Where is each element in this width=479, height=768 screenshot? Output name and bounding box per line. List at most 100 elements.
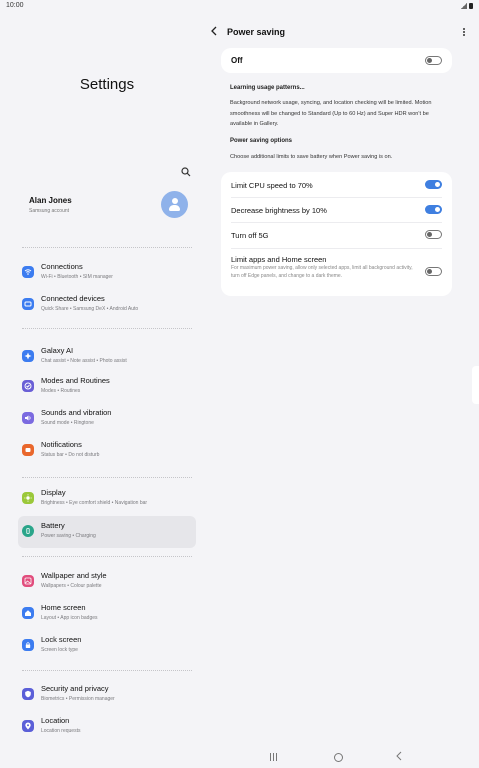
search-icon[interactable] (181, 164, 191, 177)
navigation-bar (0, 748, 479, 768)
master-toggle[interactable] (425, 56, 442, 65)
menu-item-sub: Location requests (41, 728, 81, 734)
option-label: Turn off 5G (231, 231, 269, 240)
menu-item-sub: Power saving • Charging (41, 533, 96, 539)
menu-item-lock-screen[interactable]: Lock screen Screen lock type (18, 630, 196, 662)
menu-item-label: Connections (41, 262, 83, 271)
menu-item-label: Home screen (41, 603, 86, 612)
menu-item-wallpaper[interactable]: Wallpaper and style Wallpapers • Colour … (18, 566, 196, 598)
menu-item-notifications[interactable]: Notifications Status bar • Do not distur… (18, 435, 196, 467)
menu-item-location[interactable]: Location Location requests (18, 711, 196, 743)
menu-item-display[interactable]: Display Brightness • Eye comfort shield … (18, 483, 196, 515)
home-button[interactable] (334, 753, 343, 762)
page-title: Power saving (227, 27, 286, 37)
menu-item-label: Modes and Routines (41, 376, 110, 385)
option-toggle[interactable] (425, 230, 442, 239)
battery-icon (22, 525, 34, 537)
option-label: Decrease brightness by 10% (231, 206, 327, 215)
menu-item-sub: Quick Share • Samsung DeX • Android Auto (41, 306, 139, 312)
master-switch-label: Off (231, 56, 243, 65)
learning-body: Background network usage, syncing, and l… (230, 100, 432, 127)
avatar[interactable] (161, 191, 188, 218)
more-dot (463, 28, 465, 30)
signal-icon (461, 3, 467, 9)
option-label: Limit apps and Home screen (231, 255, 327, 264)
menu-item-sub: Modes • Routines (41, 388, 81, 394)
menu-item-sub: Sound mode • Ringtone (41, 420, 94, 426)
learning-title: Learning usage patterns... (230, 85, 305, 91)
menu-item-label: Security and privacy (41, 684, 109, 693)
profile-name: Alan Jones (29, 196, 72, 205)
divider (22, 556, 192, 557)
speaker-icon (22, 412, 34, 424)
settings-title: Settings (79, 76, 135, 93)
image-icon (22, 575, 34, 587)
lock-icon (22, 639, 34, 651)
sparkle-icon (22, 350, 34, 362)
more-options-icon[interactable] (459, 25, 469, 39)
menu-item-label: Battery (41, 521, 65, 530)
option-description: For maximum power saving, allow only sel… (231, 265, 413, 279)
menu-item-battery[interactable]: Battery Power saving • Charging (18, 516, 196, 548)
check-circle-icon (22, 380, 34, 392)
devices-icon (22, 298, 34, 310)
option-toggle[interactable] (425, 180, 442, 189)
battery-status-icon (469, 3, 473, 9)
status-bar: 10:00 (0, 0, 479, 14)
power-saving-options-card: Limit CPU speed to 70% Decrease brightne… (221, 172, 452, 296)
option-label: Limit CPU speed to 70% (231, 181, 313, 190)
option-limit-apps[interactable]: Limit apps and Home screen For maximum p… (221, 252, 452, 296)
wifi-icon (22, 266, 34, 278)
shield-icon (22, 688, 34, 700)
menu-item-sub: Brightness • Eye comfort shield • Naviga… (41, 500, 148, 506)
options-body: Choose additional limits to save battery… (230, 154, 393, 160)
divider (22, 328, 192, 329)
option-toggle[interactable] (425, 267, 442, 276)
avatar-body (169, 205, 180, 211)
menu-item-label: Lock screen (41, 635, 82, 644)
edge-panel-handle[interactable] (472, 366, 479, 404)
menu-item-sounds[interactable]: Sounds and vibration Sound mode • Ringto… (18, 403, 196, 435)
menu-item-sub: Wi-Fi • Bluetooth • SIM manager (41, 274, 113, 280)
option-limit-cpu[interactable]: Limit CPU speed to 70% (221, 172, 452, 197)
menu-item-label: Sounds and vibration (41, 408, 112, 417)
more-dot (463, 31, 465, 33)
menu-item-sub: Status bar • Do not disturb (41, 452, 100, 458)
divider (22, 477, 192, 478)
profile-subtitle: Samsung account (29, 208, 70, 214)
menu-item-sub: Layout • App icon badges (41, 615, 98, 621)
options-header: Power saving options (230, 138, 293, 144)
option-turn-off-5g[interactable]: Turn off 5G (221, 222, 452, 248)
bell-icon (22, 444, 34, 456)
menu-item-connected-devices[interactable]: Connected devices Quick Share • Samsung … (18, 289, 196, 321)
divider (231, 248, 442, 249)
menu-item-label: Location (41, 716, 70, 725)
menu-item-label: Notifications (41, 440, 82, 449)
menu-item-sub: Biometrics • Permission manager (41, 696, 115, 702)
menu-item-home-screen[interactable]: Home screen Layout • App icon badges (18, 598, 196, 630)
option-decrease-brightness[interactable]: Decrease brightness by 10% (221, 197, 452, 222)
menu-item-security[interactable]: Security and privacy Biometrics • Permis… (18, 679, 196, 711)
menu-item-sub: Wallpapers • Colour palette (41, 583, 102, 589)
status-time: 10:00 (6, 2, 24, 9)
menu-item-galaxy-ai[interactable]: Galaxy AI Chat assist • Note assist • Ph… (18, 341, 196, 373)
menu-item-label: Galaxy AI (41, 346, 74, 355)
home-icon (22, 607, 34, 619)
menu-item-label: Display (41, 488, 66, 497)
divider (22, 247, 192, 248)
power-saving-master-card[interactable]: Off (221, 48, 452, 73)
menu-item-sub: Screen lock type (41, 647, 78, 653)
menu-item-label: Wallpaper and style (41, 571, 107, 580)
back-button[interactable] (210, 25, 222, 39)
option-toggle[interactable] (425, 205, 442, 214)
sun-icon (22, 492, 34, 504)
divider (22, 670, 192, 671)
recents-button[interactable] (270, 753, 280, 761)
profile-card[interactable]: Alan Jones Samsung account (29, 196, 72, 214)
menu-item-modes-routines[interactable]: Modes and Routines Modes • Routines (18, 371, 196, 403)
pin-icon (22, 720, 34, 732)
nav-back-button[interactable] (396, 751, 402, 764)
menu-item-connections[interactable]: Connections Wi-Fi • Bluetooth • SIM mana… (18, 257, 196, 289)
menu-item-sub: Chat assist • Note assist • Photo assist (41, 358, 127, 364)
menu-item-label: Connected devices (41, 294, 105, 303)
